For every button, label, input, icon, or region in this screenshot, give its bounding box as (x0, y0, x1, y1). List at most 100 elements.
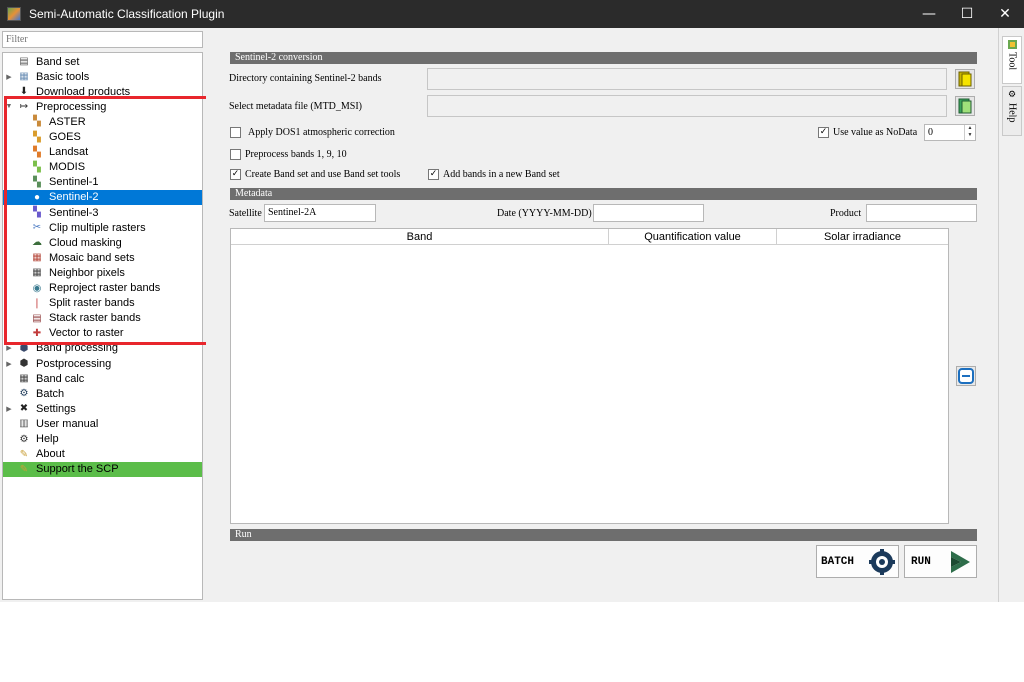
satellite-label: Satellite (229, 208, 262, 219)
add-bands-label: Add bands in a new Band set (443, 169, 560, 180)
run-arrow-icon (951, 551, 970, 573)
tree-item-user-manual[interactable]: ▥ User manual (3, 416, 202, 431)
scp-app-icon (7, 7, 21, 21)
nodata-value: 0 (928, 127, 933, 138)
download-icon: ⬇ (19, 86, 29, 98)
tree-item-band-processing[interactable]: ▶ ⬢ Band processing (3, 341, 202, 356)
batch-icon: ⚙ (19, 388, 29, 400)
metadata-file-field[interactable] (427, 95, 947, 117)
tree-item-clip-multiple-rasters[interactable]: ✂ Clip multiple rasters (3, 220, 202, 235)
satellite-field[interactable]: Sentinel-2A (264, 204, 376, 222)
tree-item-sentinel-2[interactable]: ● Sentinel-2 (3, 189, 202, 205)
tree-item-stack-raster-bands[interactable]: ▤ Stack raster bands (3, 311, 202, 326)
band-table[interactable]: Band Quantification value Solar irradian… (230, 228, 949, 524)
tree-item-label: User manual (36, 417, 99, 430)
settings-icon: ✖ (19, 403, 29, 415)
close-button[interactable]: ✕ (986, 0, 1024, 28)
main-panel: Sentinel-2 conversion Directory containi… (206, 28, 998, 602)
tree-item-aster[interactable]: ▚ ASTER (3, 114, 202, 129)
maximize-button[interactable]: ☐ (948, 0, 986, 28)
tree-item-settings[interactable]: ▶ ✖ Settings (3, 401, 202, 416)
tree-item-reproject-raster-bands[interactable]: ◉ Reproject raster bands (3, 281, 202, 296)
tab-help[interactable]: ⚙ Help (1002, 86, 1022, 136)
tree-item-band-calc[interactable]: ▦ Band calc (3, 371, 202, 386)
expand-down-icon[interactable]: ▼ (5, 103, 13, 110)
filter-input[interactable] (2, 31, 203, 48)
tree-item-modis[interactable]: ▚ MODIS (3, 160, 202, 175)
title-bar: Semi-Automatic Classification Plugin — ☐… (0, 0, 1024, 28)
expand-right-icon[interactable]: ▶ (5, 405, 13, 413)
batch-button[interactable]: BATCH (816, 545, 899, 578)
run-button[interactable]: RUN (904, 545, 977, 578)
batch-icon (869, 549, 895, 575)
tree-item-mosaic-band-sets[interactable]: ▦ Mosaic band sets (3, 250, 202, 265)
tab-help-label: Help (1006, 103, 1018, 123)
support-icon: ✎ (19, 463, 29, 475)
tree-item-label: Clip multiple rasters (49, 221, 146, 234)
tree-item-batch[interactable]: ⚙ Batch (3, 386, 202, 401)
batch-label: BATCH (821, 555, 855, 568)
landsat-icon: ▚ (33, 146, 41, 158)
product-field[interactable] (866, 204, 977, 222)
tab-tool[interactable]: Tool (1002, 36, 1022, 84)
create-bandset-checkbox[interactable]: ✓ (230, 169, 241, 180)
dos1-checkbox[interactable] (230, 127, 241, 138)
sentinel1-icon: ▚ (33, 176, 41, 188)
plugin-window: Semi-Automatic Classification Plugin — ☐… (0, 0, 1024, 602)
preprocessing-icon: ↦ (19, 101, 29, 113)
tree-item-label: ASTER (49, 115, 86, 128)
expand-right-icon[interactable]: ▶ (5, 73, 13, 81)
tree-item-label: Vector to raster (49, 327, 124, 340)
clip-icon: ✂ (32, 222, 42, 234)
tree-item-goes[interactable]: ▚ GOES (3, 130, 202, 145)
tree-item-label: Postprocessing (36, 357, 112, 370)
directory-field[interactable] (427, 68, 947, 90)
tree-item-download-products[interactable]: ⬇ Download products (3, 84, 202, 99)
manual-icon: ▥ (19, 418, 29, 430)
reproject-icon: ◉ (32, 282, 42, 294)
remove-row-button[interactable] (956, 366, 976, 386)
column-header-solar-irradiance[interactable]: Solar irradiance (777, 229, 948, 245)
column-header-band[interactable]: Band (231, 229, 609, 245)
date-field[interactable] (593, 204, 704, 222)
tree-item-label: Split raster bands (49, 297, 135, 310)
nodata-checkbox[interactable]: ✓ (818, 127, 829, 138)
tree-item-preprocessing[interactable]: ▼ ↦ Preprocessing (3, 99, 202, 114)
tree-item-neighbor-pixels[interactable]: ▦ Neighbor pixels (3, 265, 202, 280)
mosaic-icon: ▦ (32, 252, 42, 264)
tree-item-vector-to-raster[interactable]: ✚ Vector to raster (3, 326, 202, 341)
tree-item-band-set[interactable]: ▤ Band set (3, 54, 202, 69)
tree-item-help[interactable]: ⚙ Help (3, 432, 202, 447)
tree-item-label: Stack raster bands (49, 312, 141, 325)
tree-item-sentinel-1[interactable]: ▚ Sentinel-1 (3, 175, 202, 190)
open-directory-button[interactable] (955, 69, 975, 89)
tree-item-label: Band processing (36, 342, 118, 355)
cloud-mask-icon: ☁ (32, 237, 42, 249)
spin-up-icon[interactable]: ▲ (965, 125, 975, 132)
add-bands-checkbox[interactable]: ✓ (428, 169, 439, 180)
column-header-quantification[interactable]: Quantification value (609, 229, 777, 245)
folder-icon (958, 71, 972, 87)
tree-item-support-the-scp[interactable]: ✎ Support the SCP (3, 461, 202, 477)
spin-down-icon[interactable]: ▼ (965, 132, 975, 139)
preprocess-bands-checkbox[interactable] (230, 149, 241, 160)
nodata-spinbox[interactable]: 0 ▲ ▼ (924, 124, 976, 141)
tree-item-label: Cloud masking (49, 236, 122, 249)
metadata-file-label: Select metadata file (MTD_MSI) (229, 101, 363, 112)
tree-item-sentinel-3[interactable]: ▚ Sentinel-3 (3, 205, 202, 220)
sentinel2-icon: ● (33, 191, 41, 203)
tree-item-postprocessing[interactable]: ▶ ⬢ Postprocessing (3, 356, 202, 371)
tree-item-about[interactable]: ✎ About (3, 447, 202, 462)
open-metadata-button[interactable] (955, 96, 975, 116)
tree-item-label: Sentinel-3 (49, 206, 99, 219)
minimize-button[interactable]: — (910, 0, 948, 28)
stack-icon: ▤ (32, 312, 42, 324)
tree-item-label: Neighbor pixels (49, 266, 125, 279)
tree-item-label: Support the SCP (36, 463, 119, 476)
expand-right-icon[interactable]: ▶ (5, 360, 13, 368)
tree-item-basic-tools[interactable]: ▶ ▦ Basic tools (3, 69, 202, 84)
expand-right-icon[interactable]: ▶ (5, 344, 13, 352)
tree-item-split-raster-bands[interactable]: ❘ Split raster bands (3, 296, 202, 311)
tree-item-landsat[interactable]: ▚ Landsat (3, 145, 202, 160)
tree-item-cloud-masking[interactable]: ☁ Cloud masking (3, 235, 202, 250)
